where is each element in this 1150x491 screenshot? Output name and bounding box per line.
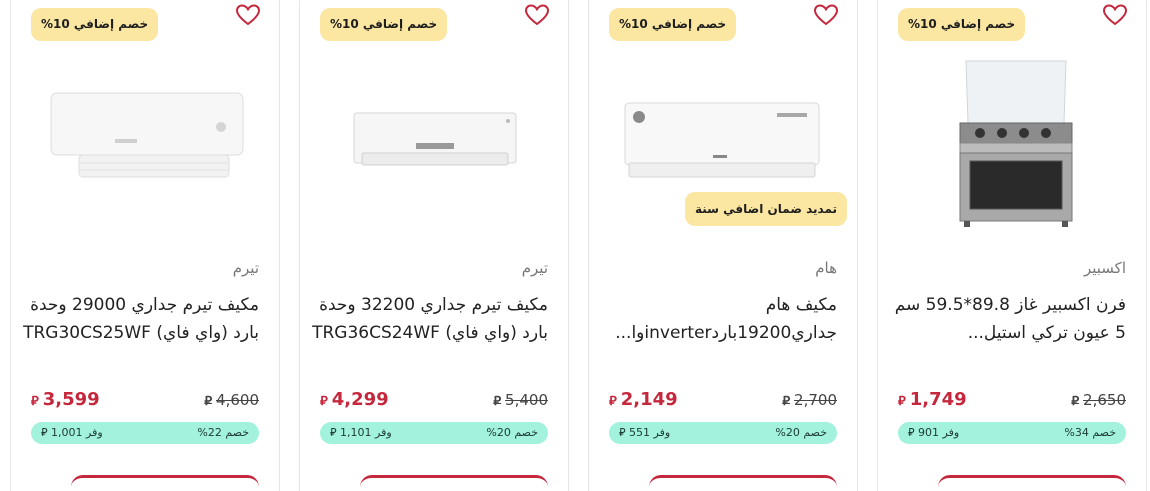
savings-amount: وفر 551 ⃁ (619, 426, 671, 439)
savings-amount: وفر 1,101 ⃁ (330, 426, 392, 439)
product-title[interactable]: فرن اكسبير غاز 89.8*59.5 سم 5 عيون تركي … (886, 291, 1126, 347)
savings-bar: خصم 20% وفر 1,101 ⃁ (320, 422, 548, 444)
riyal-symbol-icon: ⃁ (41, 426, 48, 439)
product-card[interactable]: خصم إضافي 10% تمديد ضمان اضافي سنة هام م… (588, 0, 858, 491)
savings-bar: خصم 22% وفر 1,001 ⃁ (31, 422, 259, 444)
discount-percent: خصم 34% (1064, 426, 1116, 439)
savings-bar: خصم 34% وفر 901 ⃁ (898, 422, 1126, 444)
current-price: ⃁ 4,299 (320, 389, 389, 410)
savings-amount: وفر 1,001 ⃁ (41, 426, 103, 439)
riyal-symbol-icon: ⃁ (204, 394, 213, 409)
discount-percent: خصم 20% (775, 426, 827, 439)
product-image[interactable] (31, 55, 261, 235)
product-brand: تيرم (521, 259, 548, 277)
heart-icon[interactable] (813, 3, 839, 27)
product-title[interactable]: مكيف هام جداري19200باردinverterوا... (597, 291, 837, 347)
product-brand: تيرم (232, 259, 259, 277)
riyal-symbol-icon: ⃁ (493, 394, 502, 409)
riyal-symbol-icon: ⃁ (609, 394, 617, 409)
riyal-symbol-icon: ⃁ (782, 394, 791, 409)
discount-percent: خصم 22% (197, 426, 249, 439)
original-price: ⃁ 2,700 (782, 391, 837, 409)
add-to-cart-button[interactable] (71, 475, 259, 491)
product-carousel: خصم إضافي 10% تيرم مكيف تيرم جداري 29000… (0, 0, 1150, 491)
product-card[interactable]: خصم إضافي 10% تيرم مكيف تيرم جداري 32200… (299, 0, 569, 491)
original-price: ⃁ 4,600 (204, 391, 259, 409)
price-row: ⃁ 3,599 ⃁ 4,600 (31, 389, 259, 415)
warranty-badge: تمديد ضمان اضافي سنة (685, 192, 848, 226)
product-brand: اكسبير (1083, 259, 1126, 277)
extra-discount-badge: خصم إضافي 10% (31, 8, 159, 41)
riyal-symbol-icon: ⃁ (31, 394, 39, 409)
discount-percent: خصم 20% (486, 426, 538, 439)
original-price: ⃁ 2,650 (1071, 391, 1126, 409)
heart-icon[interactable] (1102, 3, 1128, 27)
current-price: ⃁ 3,599 (31, 389, 100, 410)
add-to-cart-button[interactable] (649, 475, 837, 491)
savings-bar: خصم 20% وفر 551 ⃁ (609, 422, 837, 444)
extra-discount-badge: خصم إضافي 10% (609, 8, 737, 41)
riyal-symbol-icon: ⃁ (619, 426, 626, 439)
heart-icon[interactable] (235, 3, 261, 27)
product-title[interactable]: مكيف تيرم جداري 29000 وحدة بارد (واي فاي… (19, 291, 259, 347)
product-title[interactable]: مكيف تيرم جداري 32200 وحدة بارد (واي فاي… (308, 291, 548, 347)
riyal-symbol-icon: ⃁ (1071, 394, 1080, 409)
price-row: ⃁ 2,149 ⃁ 2,700 (609, 389, 837, 415)
product-card[interactable]: خصم إضافي 10% اكسبير فرن اكسبير غاز 89.8… (877, 0, 1147, 491)
current-price: ⃁ 1,749 (898, 389, 967, 410)
riyal-symbol-icon: ⃁ (908, 426, 915, 439)
extra-discount-badge: خصم إضافي 10% (320, 8, 448, 41)
product-image[interactable] (320, 55, 550, 235)
add-to-cart-button[interactable] (938, 475, 1126, 491)
price-row: ⃁ 1,749 ⃁ 2,650 (898, 389, 1126, 415)
riyal-symbol-icon: ⃁ (330, 426, 337, 439)
heart-icon[interactable] (524, 3, 550, 27)
savings-amount: وفر 901 ⃁ (908, 426, 960, 439)
original-price: ⃁ 5,400 (493, 391, 548, 409)
current-price: ⃁ 2,149 (609, 389, 678, 410)
add-to-cart-button[interactable] (360, 475, 548, 491)
product-brand: هام (815, 259, 837, 277)
product-card[interactable]: خصم إضافي 10% تيرم مكيف تيرم جداري 29000… (10, 0, 280, 491)
product-image[interactable] (898, 55, 1128, 235)
riyal-symbol-icon: ⃁ (320, 394, 328, 409)
extra-discount-badge: خصم إضافي 10% (898, 8, 1026, 41)
riyal-symbol-icon: ⃁ (898, 394, 906, 409)
price-row: ⃁ 4,299 ⃁ 5,400 (320, 389, 548, 415)
